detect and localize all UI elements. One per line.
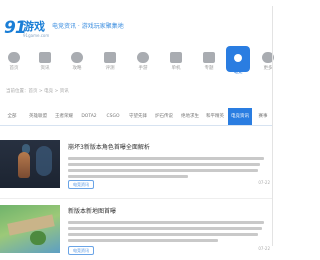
- site-logo[interactable]: 91 游戏 91game.com: [4, 18, 50, 40]
- nav-item-pc[interactable]: 单机: [164, 46, 188, 76]
- article-title[interactable]: 崩坏3新版本角色首曝全面解析: [68, 144, 150, 152]
- tab-esports-news[interactable]: 电竞资讯: [228, 108, 252, 125]
- home-icon: [8, 52, 20, 63]
- nav-item-home[interactable]: 首页: [2, 46, 26, 76]
- category-tabs: 全部 英雄联盟 王者荣耀 DOTA2 CSGO 守望先锋 炉石传说 绝地求生 和…: [0, 108, 272, 126]
- tab-overwatch[interactable]: 守望先锋: [126, 108, 150, 125]
- tab-all[interactable]: 全部: [0, 108, 24, 125]
- main-nav: 首页 资讯 攻略 评测 手游 单机 专题 电竞 更多: [0, 46, 280, 76]
- nav-label: 手游: [138, 66, 148, 71]
- nav-label: 专题: [204, 66, 214, 71]
- topic-icon: [203, 52, 215, 63]
- article-tag[interactable]: 电竞资讯: [68, 246, 94, 255]
- article-date: 07-22: [258, 180, 270, 185]
- pc-icon: [170, 52, 182, 63]
- article-summary: [68, 221, 268, 245]
- breadcrumb: 当前位置：首页 > 电竞 > 资讯: [6, 89, 69, 94]
- nav-label: 资讯: [40, 66, 50, 71]
- site-header: 91 游戏 91game.com 电竞资讯 · 游戏玩家聚集地: [0, 0, 280, 44]
- nav-item-review[interactable]: 评测: [98, 46, 122, 76]
- article-item[interactable]: 崩坏3新版本角色首曝全面解析 电竞资讯 07-22: [0, 140, 272, 192]
- nav-label: 评测: [105, 66, 115, 71]
- nav-label: 单机: [171, 66, 181, 71]
- article-item[interactable]: 新版本新地图首曝 电竞资讯 07-22: [0, 205, 272, 257]
- mobile-icon: [137, 52, 149, 63]
- nav-label: 电竞: [233, 70, 243, 75]
- nav-label: 首页: [9, 66, 19, 71]
- review-icon: [104, 52, 116, 63]
- tab-hearthstone[interactable]: 炉石传说: [152, 108, 176, 125]
- tab-csgo[interactable]: CSGO: [102, 108, 124, 125]
- article-divider: [0, 198, 272, 199]
- article-date: 07-22: [258, 246, 270, 251]
- article-title[interactable]: 新版本新地图首曝: [68, 208, 116, 216]
- article-summary: [68, 157, 268, 181]
- news-icon: [39, 52, 51, 63]
- esports-icon: [226, 46, 250, 72]
- guide-icon: [71, 52, 83, 63]
- logo-domain: 91game.com: [23, 33, 50, 38]
- nav-label: 攻略: [72, 66, 82, 71]
- nav-item-mobile[interactable]: 手游: [131, 46, 155, 76]
- nav-item-guide[interactable]: 攻略: [65, 46, 89, 76]
- tab-pubg[interactable]: 绝地求生: [178, 108, 202, 125]
- nav-item-topic[interactable]: 专题: [197, 46, 221, 76]
- article-thumbnail[interactable]: [0, 140, 60, 188]
- nav-item-esports[interactable]: 电竞: [226, 46, 250, 76]
- article-tag[interactable]: 电竞资讯: [68, 180, 94, 189]
- tab-lol[interactable]: 英雄联盟: [26, 108, 50, 125]
- site-slogan: 电竞资讯 · 游戏玩家聚集地: [52, 23, 124, 30]
- article-thumbnail[interactable]: [0, 205, 60, 253]
- nav-label: 更多: [263, 66, 273, 71]
- tab-events[interactable]: 赛事: [254, 108, 272, 125]
- tab-dota2[interactable]: DOTA2: [78, 108, 100, 125]
- nav-item-news[interactable]: 资讯: [33, 46, 57, 76]
- tab-wzry[interactable]: 王者荣耀: [52, 108, 76, 125]
- page-scrollbar[interactable]: [272, 6, 273, 246]
- logo-name: 游戏: [23, 20, 45, 33]
- nav-item-more[interactable]: 更多: [256, 46, 280, 76]
- tab-hpjy[interactable]: 和平精英: [204, 108, 226, 125]
